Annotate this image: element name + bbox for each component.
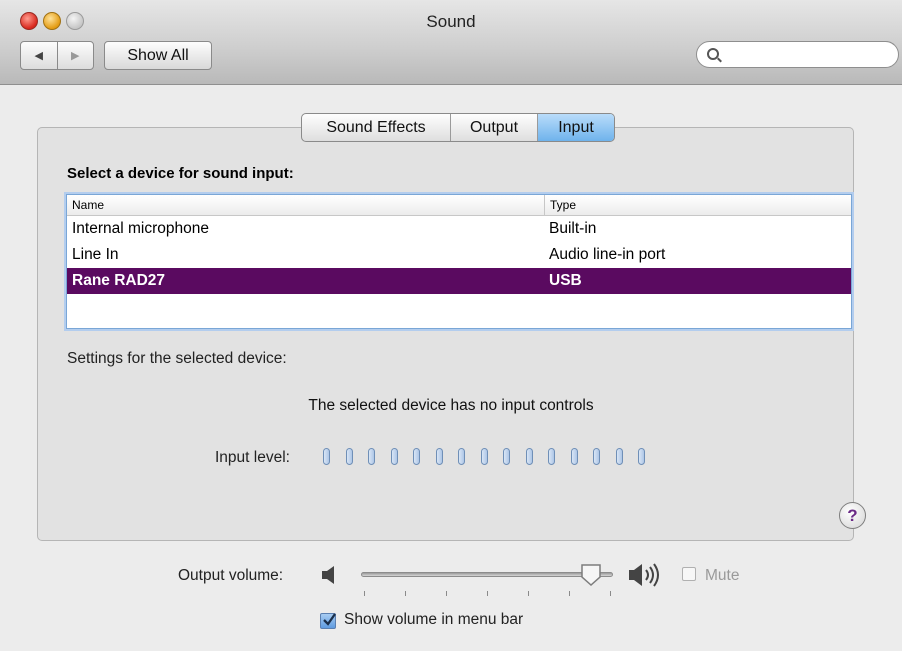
input-level-segment — [323, 448, 330, 465]
settings-label: Settings for the selected device: — [67, 350, 287, 367]
volume-slider-knob[interactable] — [580, 563, 602, 587]
table-header: Name Type — [67, 195, 851, 216]
input-level-segment — [435, 448, 443, 465]
tab-sound-effects[interactable]: Sound Effects — [302, 114, 450, 141]
help-button[interactable]: ? — [839, 502, 866, 529]
tab-bar: Sound Effects Output Input — [301, 113, 615, 142]
input-level-segment — [570, 448, 578, 465]
column-header-type[interactable]: Type — [545, 195, 851, 215]
window-title: Sound — [426, 12, 476, 31]
output-volume-label: Output volume: — [178, 567, 284, 584]
device-name: Rane RAD27 — [72, 272, 166, 289]
table-row[interactable]: Line In Audio line-in port — [67, 242, 851, 268]
show-all-button[interactable]: Show All — [104, 41, 212, 70]
slider-tick — [610, 591, 611, 596]
question-mark-icon: ? — [847, 505, 858, 525]
input-level-segment — [390, 448, 398, 465]
device-type: USB — [549, 272, 582, 289]
input-level-segment — [345, 448, 353, 465]
back-button[interactable]: ◀ — [21, 42, 57, 69]
input-level-label: Input level: — [215, 449, 290, 466]
slider-tick — [569, 591, 570, 596]
slider-tick — [487, 591, 488, 596]
slider-ticks — [361, 591, 613, 597]
speaker-low-icon — [322, 566, 334, 584]
speaker-high-icon — [629, 563, 659, 587]
input-level-segment — [413, 448, 420, 465]
show-volume-checkbox[interactable] — [320, 613, 336, 629]
input-level-segment — [615, 448, 623, 465]
search-icon — [707, 48, 719, 60]
input-level-segment — [480, 448, 488, 465]
search-field[interactable] — [696, 41, 899, 68]
slider-tick — [364, 591, 365, 596]
tab-panel — [37, 127, 854, 541]
no-controls-message: The selected device has no input control… — [308, 397, 594, 414]
slider-tick — [446, 591, 447, 596]
input-level-segment — [548, 448, 555, 465]
device-name: Line In — [72, 246, 119, 263]
table-row[interactable]: Internal microphone Built-in — [67, 216, 851, 242]
input-level-segment — [525, 448, 533, 465]
device-type: Built-in — [549, 220, 597, 237]
window-titlebar: Sound ◀ ▶ Show All — [0, 0, 902, 85]
input-level-segment — [593, 448, 600, 465]
table-row-selected[interactable]: Rane RAD27 USB — [67, 268, 851, 294]
forward-arrow-icon: ▶ — [71, 50, 80, 62]
back-arrow-icon: ◀ — [34, 50, 43, 62]
tab-input[interactable]: Input — [537, 114, 614, 141]
output-volume-slider[interactable] — [361, 572, 613, 577]
show-volume-label: Show volume in menu bar — [344, 611, 524, 628]
input-level-segment — [368, 448, 375, 465]
mute-label: Mute — [705, 567, 740, 584]
mute-checkbox[interactable] — [682, 567, 696, 581]
slider-tick — [405, 591, 406, 596]
device-section-title: Select a device for sound input: — [67, 165, 294, 182]
input-level-segment — [638, 448, 645, 465]
slider-tick — [528, 591, 529, 596]
device-name: Internal microphone — [72, 220, 209, 237]
input-level-meter — [323, 448, 661, 465]
forward-button[interactable]: ▶ — [56, 42, 94, 69]
tab-output[interactable]: Output — [450, 114, 537, 141]
navigation-buttons: ◀ ▶ — [20, 41, 94, 70]
search-input[interactable] — [725, 45, 889, 66]
checkmark-icon — [323, 613, 336, 626]
input-level-segment — [458, 448, 465, 465]
input-device-table[interactable]: Name Type Internal microphone Built-in L… — [66, 194, 852, 329]
column-header-name[interactable]: Name — [67, 195, 545, 215]
input-level-segment — [503, 448, 510, 465]
device-type: Audio line-in port — [549, 246, 666, 263]
